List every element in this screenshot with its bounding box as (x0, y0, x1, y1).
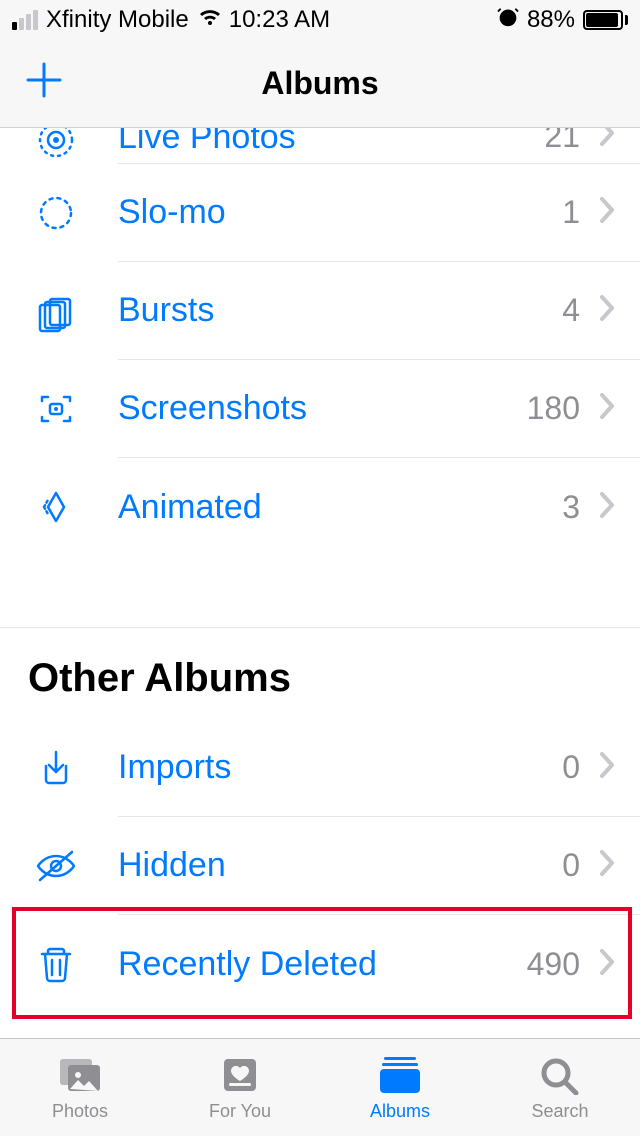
album-label: Animated (118, 488, 562, 527)
hidden-icon (28, 844, 84, 888)
cellular-signal-icon (12, 10, 38, 30)
chevron-right-icon (598, 391, 616, 426)
tab-bar: Photos For You Albums Search (0, 1038, 640, 1136)
tab-for-you[interactable]: For You (160, 1039, 320, 1136)
album-list[interactable]: Live Photos21Slo-mo1Bursts4Screenshots18… (0, 128, 640, 1038)
tab-label: Albums (370, 1101, 430, 1122)
tab-photos[interactable]: Photos (0, 1039, 160, 1136)
wifi-icon (197, 6, 223, 34)
album-row-animated[interactable]: Animated3 (0, 458, 640, 556)
clock-label: 10:23 AM (229, 6, 330, 33)
battery-percent-label: 88% (527, 6, 575, 34)
albums-tab-icon (376, 1053, 424, 1097)
album-label: Bursts (118, 291, 562, 330)
album-row-screenshots[interactable]: Screenshots180 (0, 360, 640, 458)
tab-label: Search (531, 1101, 588, 1122)
album-label: Slo-mo (118, 193, 562, 232)
album-row-live-photos[interactable]: Live Photos21 (0, 128, 640, 164)
photos-tab-icon (56, 1053, 104, 1097)
tab-albums[interactable]: Albums (320, 1039, 480, 1136)
other-albums-header: Other Albums (0, 628, 640, 719)
tab-search[interactable]: Search (480, 1039, 640, 1136)
tab-label: Photos (52, 1101, 108, 1122)
imports-icon (28, 746, 84, 790)
trash-icon (28, 942, 84, 986)
nav-header: Albums (0, 40, 640, 128)
album-count: 0 (562, 749, 580, 786)
album-row-recently-deleted[interactable]: Recently Deleted490 (0, 915, 640, 1013)
album-label: Recently Deleted (118, 945, 527, 984)
album-label: Hidden (118, 846, 562, 885)
album-count: 490 (527, 946, 580, 983)
album-count: 1 (562, 194, 580, 231)
page-title: Albums (0, 65, 640, 102)
alarm-icon (497, 6, 519, 35)
chevron-right-icon (598, 128, 616, 153)
album-row-imports[interactable]: Imports0 (0, 719, 640, 817)
chevron-right-icon (598, 947, 616, 982)
album-count: 21 (544, 128, 580, 155)
album-row-bursts[interactable]: Bursts4 (0, 262, 640, 360)
animated-icon (28, 485, 84, 529)
album-count: 4 (562, 292, 580, 329)
tab-label: For You (209, 1101, 271, 1122)
slo-mo-icon (28, 191, 84, 235)
chevron-right-icon (598, 848, 616, 883)
album-count: 3 (562, 489, 580, 526)
status-bar: Xfinity Mobile 10:23 AM 88% (0, 0, 640, 40)
bursts-icon (28, 289, 84, 333)
album-row-slo-mo[interactable]: Slo-mo1 (0, 164, 640, 262)
album-label: Screenshots (118, 389, 527, 428)
album-row-hidden[interactable]: Hidden0 (0, 817, 640, 915)
carrier-label: Xfinity Mobile (46, 6, 189, 34)
chevron-right-icon (598, 490, 616, 525)
chevron-right-icon (598, 195, 616, 230)
for-you-tab-icon (218, 1053, 262, 1097)
search-tab-icon (538, 1053, 582, 1097)
album-count: 180 (527, 390, 580, 427)
battery-icon (583, 10, 628, 30)
album-label: Imports (118, 748, 562, 787)
album-count: 0 (562, 847, 580, 884)
chevron-right-icon (598, 750, 616, 785)
live-photos-icon (28, 128, 84, 162)
section-divider (0, 556, 640, 628)
screenshots-icon (28, 387, 84, 431)
chevron-right-icon (598, 293, 616, 328)
album-label: Live Photos (118, 128, 544, 157)
